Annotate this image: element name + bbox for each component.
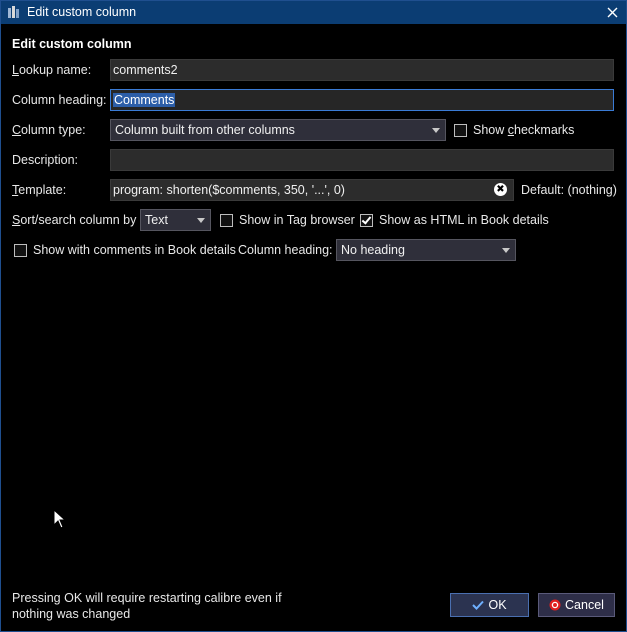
close-icon [607,7,617,18]
chevron-down-icon [197,218,205,223]
checkmark-icon [472,600,485,610]
sort-search-label-text: ort/search column by [20,213,137,227]
column-type-label-text: olumn type: [21,123,86,137]
template-label: Template: [12,183,66,197]
calibre-app-icon [8,6,19,18]
column-heading-position-select[interactable]: No heading [336,239,516,261]
close-button[interactable] [598,1,626,24]
column-heading-position-label: Column heading: [238,243,333,257]
lookup-name-input[interactable]: comments2 [110,59,614,81]
show-html-checkbox[interactable]: Show as HTML in Book details [360,213,549,227]
show-html-label: Show as HTML in Book details [379,213,549,227]
column-heading-input[interactable]: Comments [110,89,614,111]
dialog-heading: Edit custom column [12,37,132,51]
show-tag-browser-box[interactable] [220,213,233,227]
sort-search-select[interactable]: Text [140,209,211,231]
mouse-cursor-icon [53,509,67,529]
cancel-button[interactable]: Cancel [538,593,615,617]
show-comments-box[interactable] [14,243,27,257]
sort-search-value: Text [145,213,168,227]
column-type-label: Column type: [12,123,86,137]
chevron-down-icon [502,248,510,253]
sort-search-label: Sort/search column by [12,213,136,227]
show-checkmarks-checkbox[interactable]: Show checkmarks [454,123,574,137]
column-type-select[interactable]: Column built from other columns [110,119,446,141]
show-checkmarks-pre: Show [473,123,508,137]
show-tag-browser-label: Show in Tag browser [239,213,355,227]
chevron-down-icon [432,128,440,133]
cancel-button-label: Cancel [565,598,604,612]
column-heading-selected-text: Comments [113,93,176,107]
cancel-icon [549,599,561,611]
show-checkmarks-rest: heckmarks [514,123,575,137]
template-default-text: Default: (nothing) [521,183,617,197]
template-input[interactable]: program: shorten($comments, 350, '...', … [110,179,514,201]
lookup-name-label-accel: L [12,63,19,77]
show-html-box[interactable] [360,213,373,227]
edit-custom-column-dialog: Edit custom column Edit custom column Lo… [0,0,627,632]
title-bar: Edit custom column [1,1,626,24]
clear-icon[interactable]: ✖ [494,183,507,196]
column-type-value: Column built from other columns [115,123,295,137]
show-checkmarks-box[interactable] [454,123,467,137]
description-input[interactable] [110,149,614,171]
show-tag-browser-checkbox[interactable]: Show in Tag browser [220,213,355,227]
lookup-name-label: Lookup name: [12,63,91,77]
column-type-label-accel: C [12,123,22,137]
template-label-text: emplate: [18,183,67,197]
column-heading-label: Column heading: [12,93,107,107]
ok-button[interactable]: OK [450,593,529,617]
show-comments-checkbox[interactable]: Show with comments in Book details [14,243,236,257]
show-comments-label: Show with comments in Book details [33,243,236,257]
window-title: Edit custom column [27,5,137,19]
column-heading-position-value: No heading [341,243,405,257]
restart-note: Pressing OK will require restarting cali… [12,591,282,621]
lookup-name-label-text: ookup name: [18,63,92,77]
show-checkmarks-label: Show checkmarks [473,123,574,137]
ok-button-label: OK [488,598,507,612]
description-label: Description: [12,153,78,167]
